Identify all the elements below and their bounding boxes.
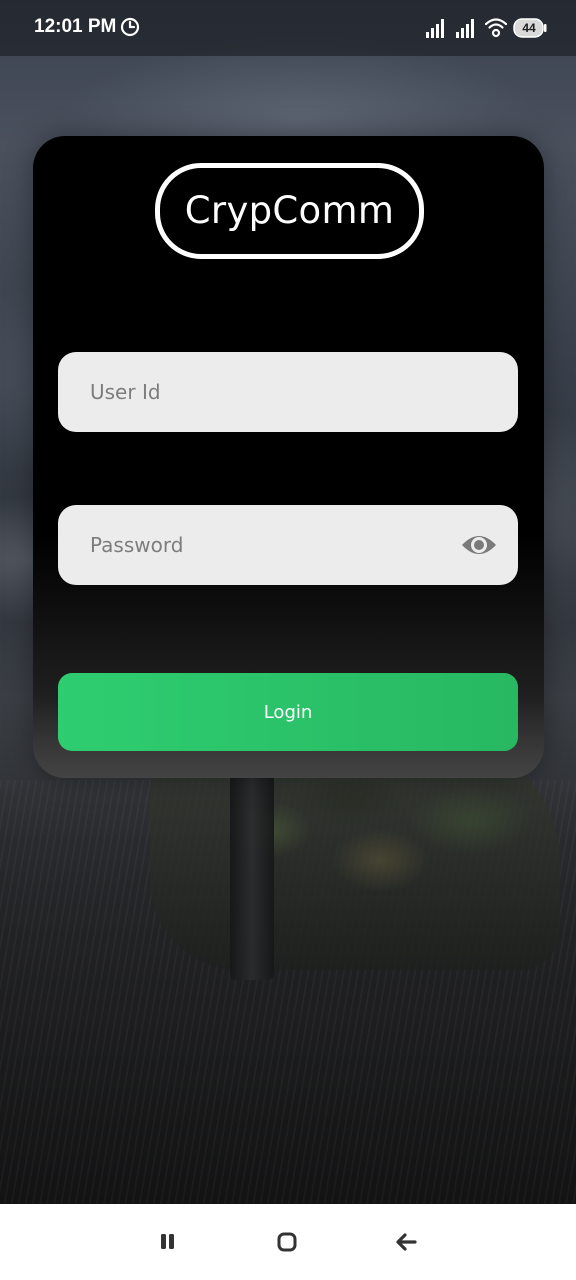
user-id-field[interactable] — [58, 352, 518, 432]
navigation-bar — [0, 1204, 576, 1280]
login-button[interactable]: Login — [58, 673, 518, 751]
app-logo: CrypComm — [155, 163, 424, 259]
background-rifle — [230, 770, 274, 980]
battery-level: 44 — [522, 21, 536, 35]
password-field[interactable] — [58, 505, 518, 585]
eye-icon[interactable] — [460, 530, 498, 560]
clock-icon — [120, 17, 140, 37]
wifi-icon — [484, 15, 508, 39]
status-time: 12:01 PM — [34, 16, 117, 37]
password-input[interactable] — [90, 505, 450, 585]
recents-icon[interactable] — [157, 1229, 181, 1255]
login-card: CrypComm Login — [33, 136, 544, 778]
home-icon[interactable] — [275, 1229, 299, 1255]
signal-icon — [455, 17, 477, 39]
status-bar: 12:01 PM 44 — [0, 0, 576, 56]
back-icon[interactable] — [393, 1229, 419, 1255]
user-id-input[interactable] — [90, 352, 450, 432]
signal-icon — [425, 17, 447, 39]
login-screen: 12:01 PM 44 CrypComm User Id Login — [0, 0, 576, 1280]
